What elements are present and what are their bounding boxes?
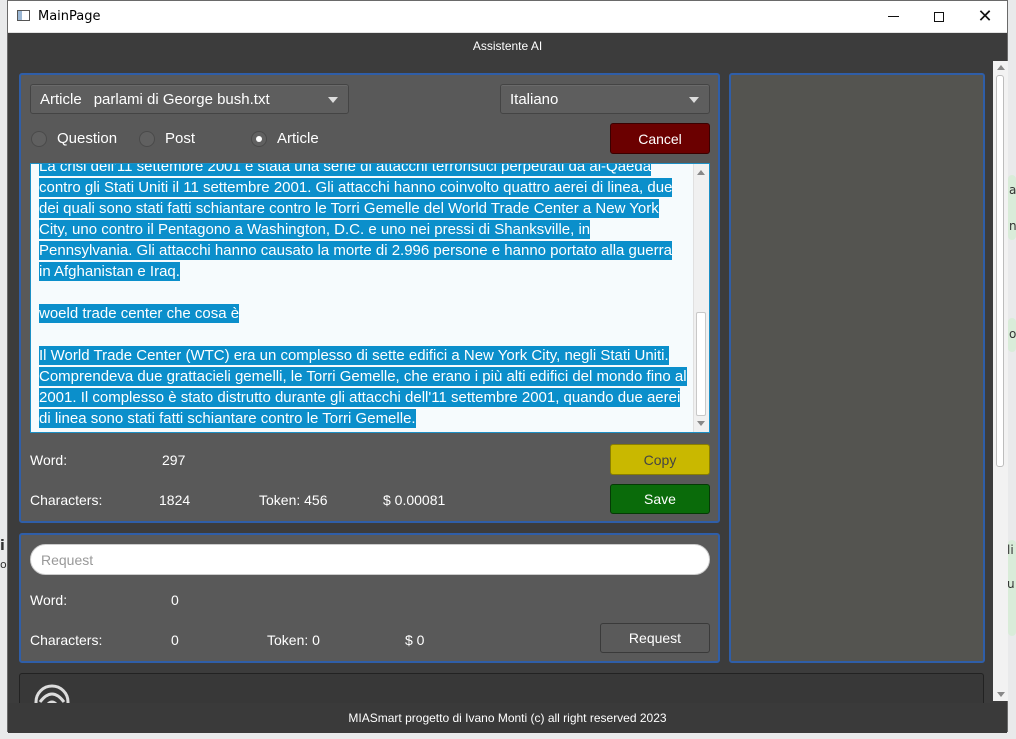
language-select[interactable]: Italiano	[500, 84, 710, 114]
chat-panel	[19, 673, 984, 703]
article-paragraph: woeld trade center che cosa è	[39, 304, 240, 323]
request-word-label: Word:	[30, 592, 68, 608]
radio-question-label: Question	[57, 130, 118, 147]
app-header: Assistente AI	[472, 39, 543, 53]
article-chars-count: 1824	[159, 492, 191, 508]
copy-button[interactable]: Copy	[610, 444, 710, 475]
article-paragraph: Il World Trade Center (WTC) era un compl…	[39, 346, 687, 428]
close-button[interactable]: ✕	[962, 1, 1008, 32]
radio-unselected-icon	[139, 130, 155, 147]
radio-question[interactable]: Question	[31, 130, 117, 147]
article-text-content: La crisi dell'11 settembre 2001 è stata …	[39, 164, 687, 432]
request-chars-label: Characters:	[30, 632, 103, 648]
request-input[interactable]: Request	[30, 544, 710, 575]
background-text: n	[1009, 219, 1016, 233]
request-token-count: Token: 0	[267, 632, 320, 648]
background-text: u	[1007, 577, 1015, 591]
logo-icon	[34, 684, 70, 703]
radio-unselected-icon	[31, 130, 47, 147]
footer: MIASmart progetto di Ivano Monti (c) all…	[8, 703, 1007, 733]
language-value: Italiano	[510, 90, 559, 108]
radio-post[interactable]: Post	[139, 130, 195, 147]
background-text: i	[0, 538, 5, 554]
radio-article-label: Article	[277, 130, 319, 147]
title-bar[interactable]: MainPage ✕	[8, 1, 1007, 33]
save-button[interactable]: Save	[610, 484, 710, 514]
scroll-up-icon[interactable]	[697, 170, 705, 175]
article-token-count: Token: 456	[259, 492, 328, 508]
chevron-down-icon	[328, 97, 338, 103]
radio-post-label: Post	[165, 130, 196, 147]
cancel-button[interactable]: Cancel	[610, 123, 710, 154]
request-button[interactable]: Request	[600, 623, 710, 653]
maximize-button[interactable]	[916, 1, 962, 32]
window-title: MainPage	[38, 9, 101, 24]
article-word-count: 297	[162, 452, 186, 468]
request-chars-count: 0	[171, 632, 179, 648]
scroll-down-icon[interactable]	[697, 421, 705, 426]
article-paragraph: La crisi dell'11 settembre 2001 è stata …	[39, 164, 673, 281]
article-file-select[interactable]: Article parlami di George bush.txt	[30, 84, 349, 114]
app-icon	[17, 10, 30, 21]
radio-selected-icon	[251, 130, 267, 147]
background-text: li	[1007, 543, 1014, 557]
minimize-icon	[887, 16, 899, 17]
article-chars-label: Characters:	[30, 492, 103, 508]
background-text: o	[1009, 327, 1016, 341]
window-scrollbar[interactable]	[993, 61, 1008, 701]
article-panel: Article parlami di George bush.txt Itali…	[19, 73, 720, 523]
article-file-prefix: Article	[40, 90, 82, 108]
side-panel	[729, 73, 985, 663]
article-scrollbar[interactable]	[693, 164, 709, 432]
request-cost: $ 0	[405, 632, 425, 648]
radio-article[interactable]: Article	[251, 130, 319, 147]
article-file-value: parlami di George bush.txt	[93, 90, 270, 108]
scroll-down-icon[interactable]	[997, 692, 1005, 697]
request-panel: Request Word: 0 Characters: 0 Token: 0 $…	[19, 533, 720, 663]
scroll-thumb[interactable]	[696, 312, 706, 416]
article-word-label: Word:	[30, 452, 68, 468]
minimize-button[interactable]	[870, 1, 916, 32]
scroll-thumb[interactable]	[996, 75, 1004, 467]
scroll-up-icon[interactable]	[997, 65, 1005, 70]
main-window: MainPage ✕ Assistente AI Article parlami…	[7, 0, 1008, 733]
background-text: a	[1009, 183, 1016, 197]
article-text-area[interactable]: La crisi dell'11 settembre 2001 è stata …	[30, 163, 710, 433]
close-icon: ✕	[977, 5, 993, 27]
request-word-count: 0	[171, 592, 179, 608]
chevron-down-icon	[689, 97, 699, 103]
article-cost: $ 0.00081	[383, 492, 446, 508]
maximize-icon	[934, 11, 944, 22]
